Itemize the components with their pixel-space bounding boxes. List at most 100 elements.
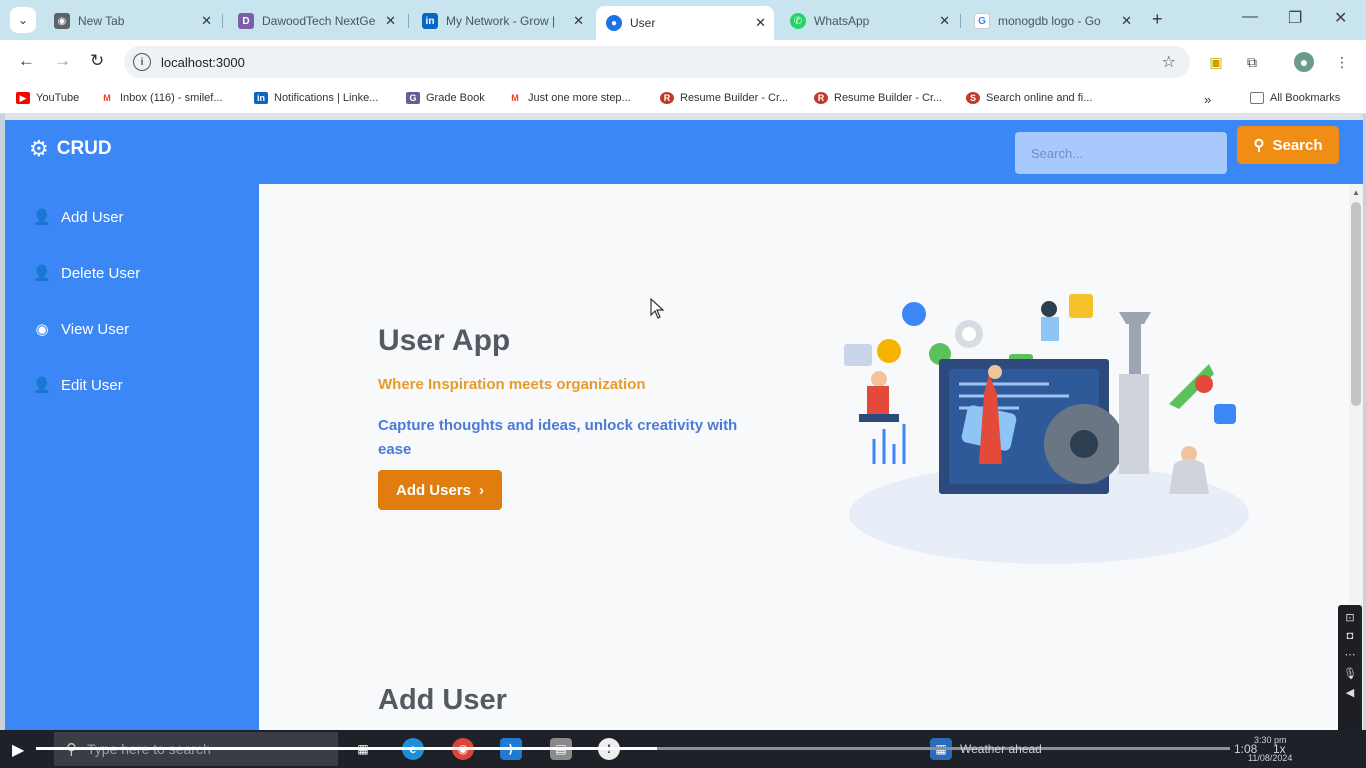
new-tab-button[interactable]: + [1152,9,1163,30]
minimize-icon[interactable]: — [1242,8,1258,26]
folder-icon [1250,92,1264,104]
tab-label: User [630,16,656,30]
bookmark-label: Grade Book [426,92,485,104]
window-close-icon[interactable]: ✕ [1334,8,1347,28]
tab-whatsapp[interactable]: ✆ WhatsApp ✕ [780,6,958,36]
resume-icon: R [660,92,674,104]
sidebar-item-label: View User [61,320,130,338]
sidebar-item-add-user[interactable]: 👤 Add User [31,202,124,232]
bookmark-item[interactable]: R Resume Builder - Cr... [660,92,788,104]
add-users-button[interactable]: Add Users › [378,470,502,510]
search-input[interactable] [1015,132,1227,174]
back-icon[interactable]: ← [18,51,35,71]
video-progress-fill [36,747,657,750]
sidebar-item-delete-user[interactable]: 👤 Delete User [31,258,141,288]
pin-icon[interactable]: ⊡ [1338,611,1362,624]
more-icon[interactable]: ⋯ [1338,648,1362,661]
bookmark-label: Resume Builder - Cr... [834,92,943,104]
url-text: localhost:3000 [161,54,245,70]
close-icon[interactable]: ✕ [201,13,212,29]
edit-user-icon: 👤 [32,377,52,394]
close-icon[interactable]: ✕ [755,15,766,31]
linkedin-icon: in [422,13,438,29]
gmail-icon: M [100,92,114,104]
brand-name: CRUD [56,138,112,159]
forward-icon[interactable]: → [54,51,71,71]
bookmark-label: Inbox (116) - smilef... [120,92,223,104]
bookmark-item[interactable]: ▶ YouTube [16,92,79,104]
bookmark-item[interactable]: G Grade Book [406,92,485,104]
tab-label: DawoodTech NextGe [262,14,376,28]
tab-new-tab[interactable]: ◉ New Tab ✕ [44,6,220,36]
restore-icon[interactable]: ❐ [1288,8,1302,28]
scroll-up-icon[interactable]: ▲ [1352,188,1360,197]
close-icon[interactable]: ✕ [385,13,396,29]
app-header: ⚙ CRUD ⚲ Search [5,120,1363,184]
play-icon[interactable]: ▶ [12,740,24,760]
video-side-controls: ⊡ ◘ ⋯ 🎙 ◀ [1338,605,1362,735]
main-content: User App Where Inspiration meets organiz… [259,184,1349,730]
bookmark-item[interactable]: M Inbox (116) - smilef... [100,92,223,104]
tab-search-button[interactable]: ⌄ [10,7,36,33]
add-user-icon: 👤 [32,209,52,226]
bookmark-item[interactable]: M Just one more step... [508,92,631,104]
tab-label: My Network - Grow | [446,14,556,28]
bookmark-label: Search online and fi... [986,92,1093,104]
bookmark-star-icon[interactable]: ☆ [1162,52,1176,72]
tab-linkedin[interactable]: in My Network - Grow | ✕ [412,6,592,36]
bookmarks-overflow-button[interactable]: » [1204,92,1211,107]
scrollbar-thumb[interactable] [1351,202,1361,406]
youtube-icon: ▶ [16,92,30,104]
all-bookmarks-button[interactable]: All Bookmarks [1250,92,1340,104]
tab-label: New Tab [78,14,125,28]
bookmark-item[interactable]: S Search online and fi... [966,92,1092,104]
bookmark-label: Just one more step... [528,92,631,104]
bookmark-item[interactable]: in Notifications | Linke... [254,92,378,104]
close-icon[interactable]: ✕ [939,13,950,29]
tab-label: WhatsApp [814,14,870,28]
page-title: User App [378,324,511,357]
add-users-label: Add Users [395,481,472,499]
delete-user-icon: 👤 [32,265,52,282]
video-progress-bar[interactable] [36,747,1230,750]
close-icon[interactable]: ✕ [1121,13,1132,29]
reload-icon[interactable]: ↻ [90,51,104,71]
sidebar-item-label: Add User [61,208,124,226]
puzzle-icon[interactable]: ⧉ [1242,52,1262,72]
search-button[interactable]: ⚲ Search [1237,126,1339,164]
linkedin-icon: in [254,92,268,104]
hero-illustration [844,294,1249,564]
brand[interactable]: ⚙ CRUD [29,136,112,162]
browser-toolbar: ← → ↻ i localhost:3000 ☆ ▣ ⧉ ● ⋮ [0,40,1366,84]
clock-date: 11/08/2024 [1248,753,1293,763]
tab-google[interactable]: G monogdb logo - Go ✕ [964,6,1140,36]
resume-icon: R [814,92,828,104]
clock-time: 3:30 pm [1254,735,1287,745]
sidebar-item-label: Edit User [61,376,123,394]
dawoodtech-icon: D [238,13,254,29]
camera-icon[interactable]: ◘ [1338,630,1362,642]
volume-icon[interactable]: ◀ [1338,686,1362,699]
chevron-right-icon: › [479,481,485,499]
sidebar-item-view-user[interactable]: ◉ View User [31,314,129,344]
sidebar-item-edit-user[interactable]: 👤 Edit User [31,370,123,400]
microphone-icon[interactable]: 🎙 [1338,667,1362,680]
tab-dawoodtech[interactable]: D DawoodTech NextGe ✕ [228,6,404,36]
chrome-icon: ◉ [54,13,70,29]
search-icon: ⚲ [1253,137,1265,154]
gradebook-icon: G [406,92,420,104]
gmail-icon: M [508,92,522,104]
browser-tab-strip: ⌄ ◉ New Tab ✕ D DawoodTech NextGe ✕ in M… [0,0,1366,40]
eye-icon: ◉ [35,321,49,338]
section-title-add-user: Add User [378,684,507,716]
bookmark-label: YouTube [36,92,80,104]
close-icon[interactable]: ✕ [573,13,584,29]
user-icon: ● [606,15,622,31]
profile-avatar-icon[interactable]: ● [1294,52,1314,72]
bookmark-item[interactable]: R Resume Builder - Cr... [814,92,942,104]
menu-kebab-icon[interactable]: ⋮ [1332,52,1352,72]
site-info-icon[interactable]: i [133,53,151,71]
tab-user[interactable]: ● User ✕ [596,6,774,40]
extension-icon[interactable]: ▣ [1206,52,1226,72]
address-bar[interactable]: i localhost:3000 ☆ [124,46,1190,78]
